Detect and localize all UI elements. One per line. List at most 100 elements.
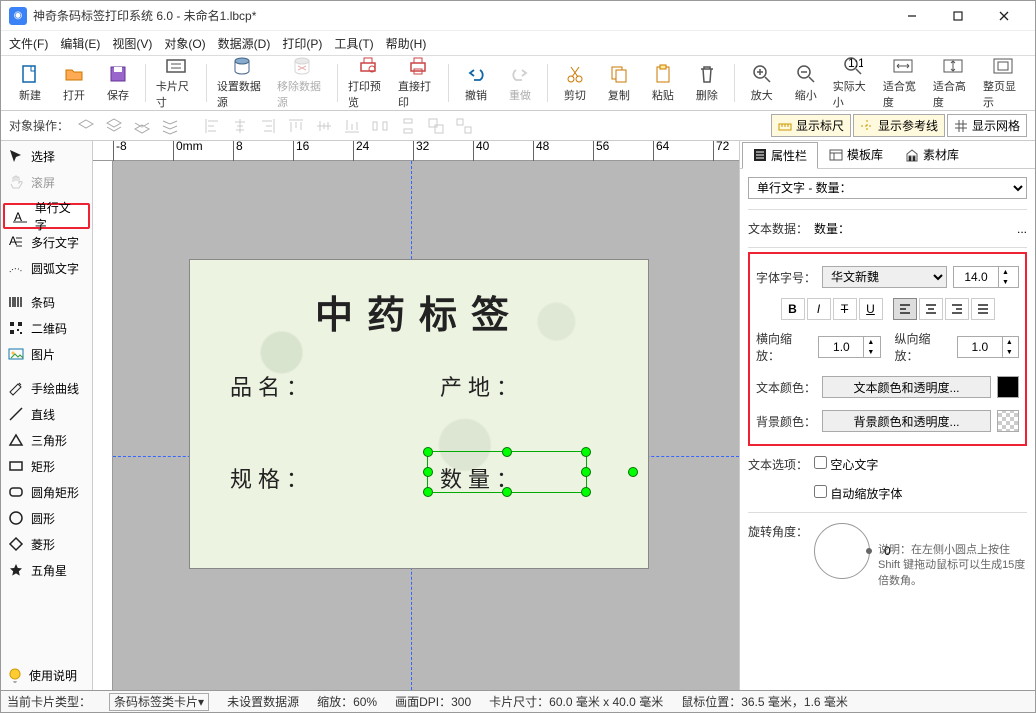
print-preview-button[interactable]: 打印预览 <box>344 59 392 107</box>
card-title-text[interactable]: 中药标签 <box>315 284 523 339</box>
arc-text-tool[interactable]: 圆弧文字 <box>1 255 92 281</box>
textcolor-button[interactable]: 文本颜色和透明度... <box>822 376 991 398</box>
autoscale-checkbox[interactable]: 自动缩放字体 <box>814 485 902 502</box>
strike-button[interactable]: T <box>833 298 857 320</box>
layer-up-icon[interactable] <box>103 115 125 137</box>
selection-box[interactable] <box>427 451 587 493</box>
align-center-icon[interactable] <box>229 115 251 137</box>
fit-page-button[interactable]: 整页显示 <box>979 59 1027 107</box>
group-icon[interactable] <box>425 115 447 137</box>
textdata-more-button[interactable]: ... <box>1017 222 1027 236</box>
help-button[interactable]: 使用说明 <box>1 662 92 688</box>
status-cardtype-select[interactable]: 条码标签类卡片 ▾ <box>109 693 209 711</box>
remove-datasource-button[interactable]: 移除数据源 <box>273 59 331 107</box>
align-middle-icon[interactable] <box>313 115 335 137</box>
star-tool[interactable]: 五角星 <box>1 557 92 583</box>
line-tool[interactable]: 直线 <box>1 401 92 427</box>
fit-height-button[interactable]: 适合高度 <box>929 59 977 107</box>
field-name[interactable]: 品名： <box>230 370 314 402</box>
maximize-button[interactable] <box>935 1 981 31</box>
diamond-tool[interactable]: 菱形 <box>1 531 92 557</box>
object-selector[interactable]: 单行文字 - 数量： <box>748 177 1027 199</box>
font-size-input[interactable]: ▲▼ <box>953 266 1019 288</box>
menu-object[interactable]: 对象(O) <box>164 35 205 52</box>
hollow-checkbox[interactable]: 空心文字 <box>814 456 878 473</box>
single-text-tool[interactable]: A单行文字 <box>3 203 90 229</box>
scaley-input[interactable]: ▲▼ <box>957 336 1019 358</box>
align-right-icon[interactable] <box>257 115 279 137</box>
align-bottom-icon[interactable] <box>341 115 363 137</box>
show-grid-toggle[interactable]: 显示网格 <box>947 114 1027 137</box>
roundrect-tool[interactable]: 圆角矩形 <box>1 479 92 505</box>
undo-button[interactable]: 撤销 <box>455 59 497 107</box>
copy-button[interactable]: 复制 <box>598 59 640 107</box>
textcolor-swatch[interactable] <box>997 376 1019 398</box>
canvas[interactable]: 中药标签 品名： 产地： 规格： 数量： <box>113 161 739 690</box>
dist-h-icon[interactable] <box>369 115 391 137</box>
layer-down-icon[interactable] <box>131 115 153 137</box>
menu-file[interactable]: 文件(F) <box>9 35 48 52</box>
field-origin[interactable]: 产地： <box>440 370 524 402</box>
new-button[interactable]: 新建 <box>9 59 51 107</box>
circle-tool[interactable]: 圆形 <box>1 505 92 531</box>
rect-tool[interactable]: 矩形 <box>1 453 92 479</box>
bgcolor-swatch[interactable] <box>997 410 1019 432</box>
label-card[interactable]: 中药标签 品名： 产地： 规格： 数量： <box>189 259 649 569</box>
paste-button[interactable]: 粘贴 <box>642 59 684 107</box>
scalex-input[interactable]: ▲▼ <box>818 336 880 358</box>
fit-width-button[interactable]: 适合宽度 <box>879 59 927 107</box>
field-spec[interactable]: 规格： <box>230 462 314 494</box>
minimize-button[interactable] <box>889 1 935 31</box>
cardsize-button[interactable]: 卡片尺寸 <box>152 59 200 107</box>
underline-button[interactable]: U <box>859 298 883 320</box>
delete-button[interactable]: 删除 <box>686 59 728 107</box>
triangle-tool[interactable]: 三角形 <box>1 427 92 453</box>
vertical-ruler[interactable] <box>93 161 113 690</box>
barcode-tool[interactable]: 条码 <box>1 289 92 315</box>
align-left-text-button[interactable] <box>893 298 917 320</box>
app-logo-icon: ◉ <box>9 7 27 25</box>
pan-tool[interactable]: 滚屏 <box>1 169 92 195</box>
show-ruler-toggle[interactable]: 显示标尺 <box>771 114 851 137</box>
qrcode-tool[interactable]: 二维码 <box>1 315 92 341</box>
tab-templates[interactable]: 模板库 <box>818 141 894 168</box>
multi-text-tool[interactable]: A多行文字 <box>1 229 92 255</box>
select-tool[interactable]: 选择 <box>1 143 92 169</box>
cut-button[interactable]: 剪切 <box>554 59 596 107</box>
align-top-icon[interactable] <box>285 115 307 137</box>
align-left-icon[interactable] <box>201 115 223 137</box>
redo-button[interactable]: 重做 <box>499 59 541 107</box>
save-button[interactable]: 保存 <box>97 59 139 107</box>
tab-properties[interactable]: 属性栏 <box>742 142 818 169</box>
layer-bottom-icon[interactable] <box>159 115 181 137</box>
rotation-dial[interactable] <box>814 523 870 579</box>
open-button[interactable]: 打开 <box>53 59 95 107</box>
print-button[interactable]: 直接打印 <box>394 59 442 107</box>
show-guides-toggle[interactable]: 显示参考线 <box>853 114 945 137</box>
set-datasource-button[interactable]: 设置数据源 <box>213 59 271 107</box>
align-center-text-button[interactable] <box>919 298 943 320</box>
zoomin-button[interactable]: 放大 <box>741 59 783 107</box>
menu-datasource[interactable]: 数据源(D) <box>218 35 271 52</box>
dist-v-icon[interactable] <box>397 115 419 137</box>
close-button[interactable] <box>981 1 1027 31</box>
tab-assets[interactable]: 素材库 <box>894 141 970 168</box>
zoomout-button[interactable]: 缩小 <box>785 59 827 107</box>
font-family-select[interactable]: 华文新魏 <box>822 266 947 288</box>
menu-print[interactable]: 打印(P) <box>282 35 322 52</box>
menu-edit[interactable]: 编辑(E) <box>60 35 100 52</box>
align-right-text-button[interactable] <box>945 298 969 320</box>
menu-tools[interactable]: 工具(T) <box>334 35 373 52</box>
actual-size-button[interactable]: 1:1实际大小 <box>829 59 877 107</box>
horizontal-ruler[interactable]: -8 0mm 8 16 24 32 40 48 56 64 72 <box>93 141 739 161</box>
menu-view[interactable]: 视图(V) <box>112 35 152 52</box>
freehand-tool[interactable]: 手绘曲线 <box>1 375 92 401</box>
bgcolor-button[interactable]: 背景颜色和透明度... <box>822 410 991 432</box>
menu-help[interactable]: 帮助(H) <box>386 35 427 52</box>
image-tool[interactable]: 图片 <box>1 341 92 367</box>
bold-button[interactable]: B <box>781 298 805 320</box>
ungroup-icon[interactable] <box>453 115 475 137</box>
layer-icon[interactable] <box>75 115 97 137</box>
align-justify-text-button[interactable] <box>971 298 995 320</box>
italic-button[interactable]: I <box>807 298 831 320</box>
